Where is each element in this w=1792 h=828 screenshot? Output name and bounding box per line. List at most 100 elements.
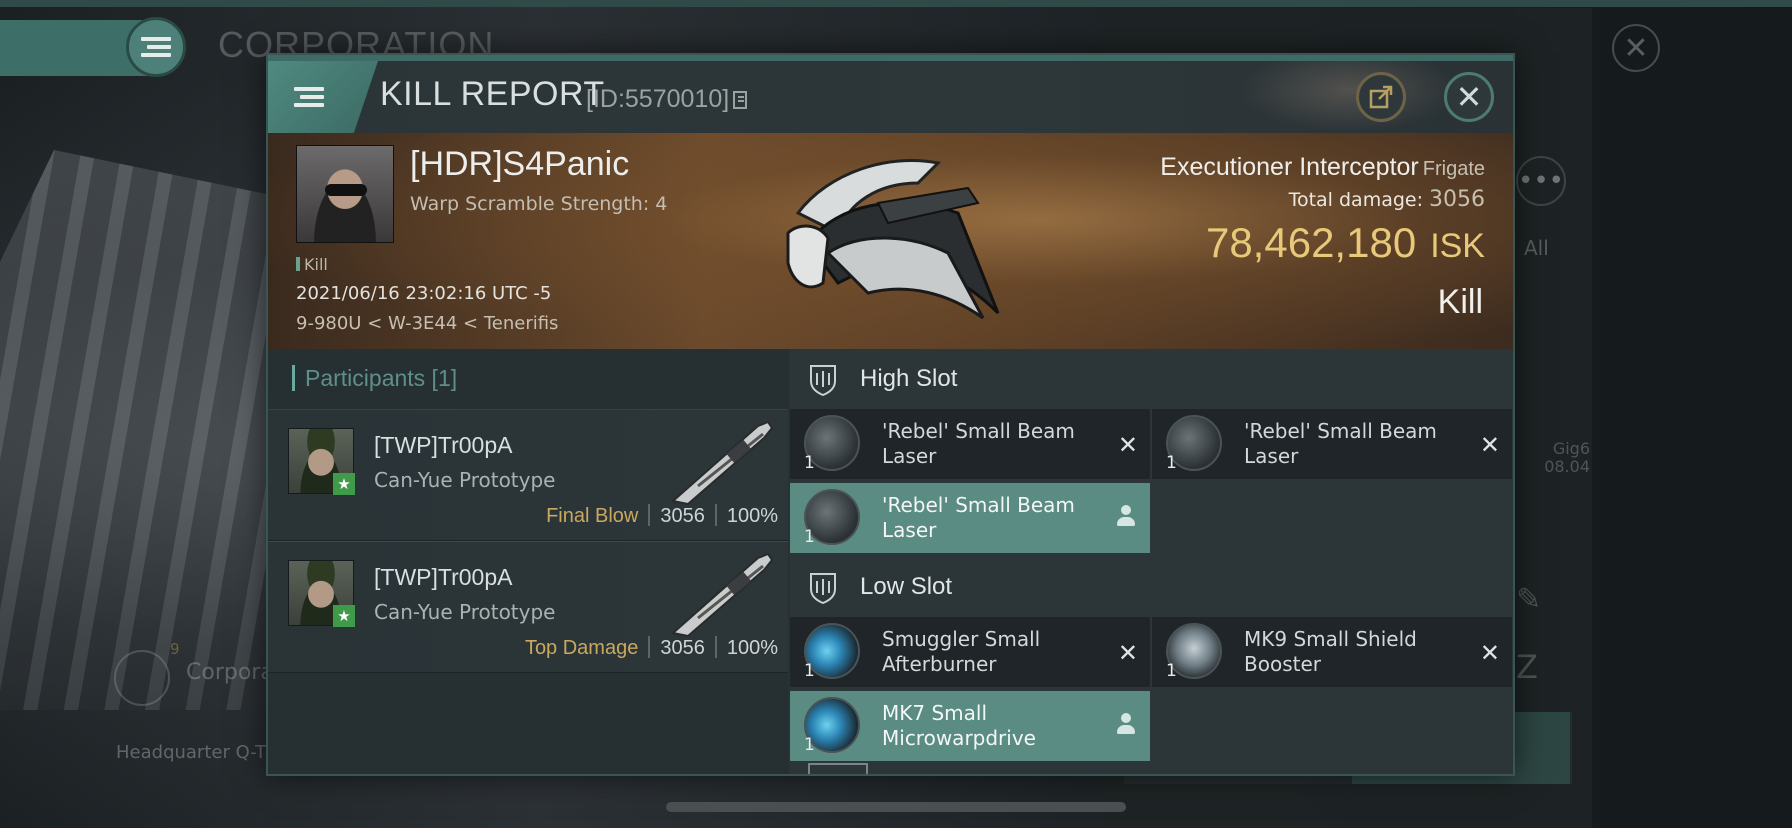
isk-unit: ISK [1430,227,1485,265]
edit-icon[interactable]: ✎ [1516,582,1541,617]
module-item[interactable]: 1 MK7 Small Microwarpdrive [790,691,1150,761]
low-slot-label: Low Slot [860,573,953,600]
dialog-menu-button[interactable] [268,61,378,133]
headquarter-label: Headquarter Q-T [116,742,267,763]
participant-row[interactable]: ★ [TWP]Tr00pA Can-Yue Prototype Final Bl… [268,409,788,541]
kill-timestamp: 2021/06/16 23:02:16 UTC -5 [296,283,552,304]
kill-result: Kill [1437,283,1483,321]
ship-name-text: Executioner Interceptor [1160,153,1419,181]
share-icon [1369,85,1393,109]
module-quantity: 1 [804,527,815,547]
participant-avatar[interactable]: ★ [288,428,355,495]
high-slot-label: High Slot [860,365,958,392]
destroyed-icon: ✕ [1117,639,1138,667]
low-slot-modules: 1 Smuggler Small Afterburner ✕ 1 MK9 Sma… [790,617,1513,765]
participant-percent: 100% [726,505,778,527]
victim-portrait[interactable] [296,145,394,243]
menu-icon [294,83,324,111]
total-damage-label: Total damage: [1288,189,1423,211]
background-side-panel [1592,8,1792,828]
participant-ship: Can-Yue Prototype [374,600,556,624]
isk-amount: 78,462,180 [1205,219,1417,266]
kill-location[interactable]: 9-980U < W-3E44 < Tenerifis [296,313,558,334]
module-quantity: 1 [1166,453,1177,473]
dialog-header: KILL REPORT [ID:5570010] ✕ [268,61,1513,133]
module-name: MK9 Small Shield Booster [1244,627,1417,676]
module-quantity: 1 [804,735,815,755]
participant-stats: Top Damage 3056 100% [525,636,778,660]
copy-icon[interactable] [733,91,748,110]
more-options-icon[interactable]: ••• [1516,156,1566,206]
participant-damage: 3056 [660,505,705,527]
total-damage: Total damage: 3056 [1289,187,1485,212]
report-id-text: [ID:5570010] [586,85,730,113]
star-icon: ★ [333,473,355,495]
person-icon [1116,505,1136,529]
module-item[interactable]: 1 Smuggler Small Afterburner ✕ [790,617,1150,687]
destroyed-icon: ✕ [1479,639,1500,667]
module-item[interactable]: 1 'Rebel' Small Beam Laser ✕ [1152,409,1512,479]
participant-avatar[interactable]: ★ [288,560,355,627]
module-name: 'Rebel' Small Beam Laser [882,493,1075,542]
home-indicator[interactable] [666,802,1126,812]
victim-name[interactable]: [HDR]S4Panic [410,145,629,184]
participant-percent: 100% [726,637,778,659]
corporation-label: Corpora [186,660,274,685]
dialog-title: KILL REPORT [380,75,605,113]
isk-value: 78,462,180 ISK [1206,219,1485,267]
report-id[interactable]: [ID:5570010] [586,85,748,114]
participant-role: Top Damage [524,637,639,659]
module-quantity: 1 [804,661,815,681]
destroyed-icon: ✕ [1117,431,1138,459]
participant-stats: Final Blow 3056 100% [546,504,778,528]
side-gig-label: Gig6 [1552,439,1590,458]
settings-tool-icon[interactable]: Z [1516,648,1538,686]
participants-heading: Participants [1] [268,349,788,409]
background-top-line [0,0,1792,7]
kill-tag: Kill [296,255,328,274]
high-slot-icon [810,365,836,397]
module-name: 'Rebel' Small Beam Laser [882,419,1075,468]
fitting-panel: High Slot 1 'Rebel' Small Beam Laser ✕ 1… [790,349,1513,774]
low-slot-icon [810,573,836,605]
weapon-icon [670,552,774,638]
station-structure [0,150,270,710]
ship-class: Frigate [1422,158,1485,180]
participant-row[interactable]: ★ [TWP]Tr00pA Can-Yue Prototype Top Dama… [268,541,788,673]
side-gig-date: 08.04 [1544,457,1590,476]
corporation-icon[interactable] [114,650,170,706]
share-button[interactable] [1356,72,1406,122]
module-item[interactable]: 1 MK9 Small Shield Booster ✕ [1152,617,1512,687]
high-slot-modules: 1 'Rebel' Small Beam Laser ✕ 1 'Rebel' S… [790,409,1513,557]
module-name: 'Rebel' Small Beam Laser [1244,419,1437,468]
main-menu-button[interactable] [126,17,186,77]
destroyed-icon: ✕ [1479,431,1500,459]
total-damage-value: 3056 [1429,187,1485,212]
next-slot-section [808,763,868,774]
module-quantity: 1 [804,453,815,473]
participant-name: [TWP]Tr00pA [374,432,513,458]
side-gig-info: Gig6 08.04 [1530,440,1590,476]
low-slot-heading: Low Slot [790,557,1513,617]
module-name: Smuggler Small Afterburner [882,627,1041,676]
victim-banner: [HDR]S4Panic Warp Scramble Strength: 4 K… [268,133,1513,349]
module-item[interactable]: 1 'Rebel' Small Beam Laser ✕ [790,409,1150,479]
victim-subtitle: Warp Scramble Strength: 4 [410,193,668,215]
ship-image [786,158,1000,320]
participant-ship: Can-Yue Prototype [374,468,556,492]
star-icon: ★ [333,605,355,627]
close-button[interactable]: ✕ [1444,72,1494,122]
filter-all-label[interactable]: All [1524,236,1549,260]
module-name: MK7 Small Microwarpdrive [882,701,1036,750]
header-decoration [1238,61,1458,133]
participant-name: [TWP]Tr00pA [374,564,513,590]
background-close-icon[interactable]: ✕ [1612,24,1660,72]
ship-name[interactable]: Executioner Interceptor Frigate [1160,153,1485,182]
close-icon: ✕ [1455,78,1483,116]
corporation-count: 9 [170,640,180,658]
module-item[interactable]: 1 'Rebel' Small Beam Laser [790,483,1150,553]
weapon-icon [670,420,774,506]
participant-damage: 3056 [660,637,705,659]
menu-icon [141,33,171,61]
participant-role: Final Blow [546,505,639,527]
